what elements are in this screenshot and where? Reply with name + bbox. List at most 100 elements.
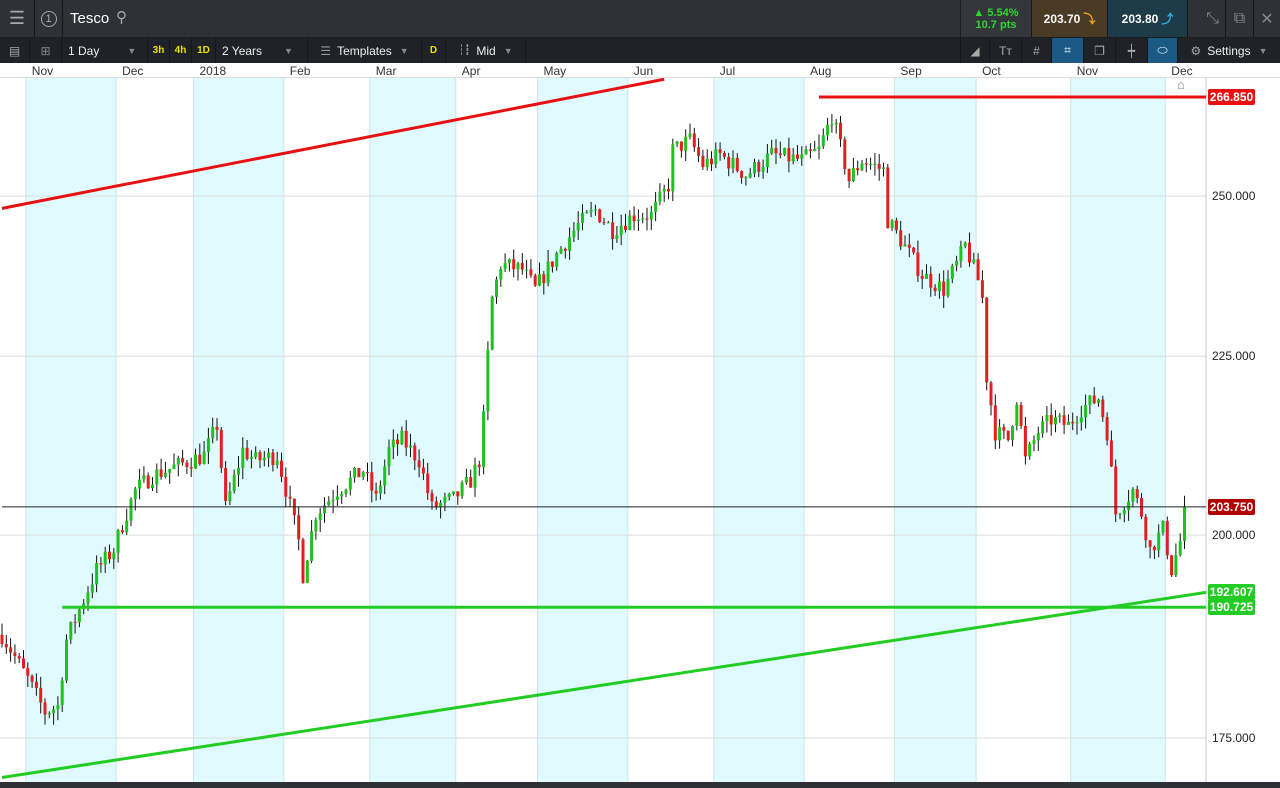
text-tool-icon[interactable]: Tт [990,38,1022,63]
settings-button[interactable]: ⚙ Settings ▼ [1178,38,1280,63]
candle-down [1049,415,1053,425]
candle-down [933,287,937,292]
candle-up [344,489,348,494]
templates-icon: ☰ [320,43,332,58]
candle-up [348,477,352,490]
candle-up [903,244,907,247]
search-icon[interactable]: ⚲ [116,8,127,26]
collapse-icon[interactable]: ⤡ [1200,0,1226,37]
crosshair-icon[interactable]: ┿ [1116,38,1148,63]
quick-interval-4h[interactable]: 4h [170,38,192,63]
candle-down [477,464,481,468]
templates-label: Templates [337,43,392,58]
drawing-mode-d[interactable]: D [422,38,446,63]
candle-down [886,167,890,229]
month-label: 2018 [199,64,227,78]
price-tick-label: 225.000 [1212,349,1256,364]
month-label: Dec [122,64,144,78]
draw-grid-icon[interactable]: ⌗ [1052,38,1084,63]
price-chart[interactable] [0,63,1280,782]
candle-up [443,496,447,503]
templates-button[interactable]: ☰ Templates ▼ [308,38,422,63]
candle-up [331,499,335,502]
sell-button[interactable]: 203.70 ⤵ [1032,0,1108,37]
candle-down [284,476,288,497]
list-icon[interactable]: ▤ [0,38,30,63]
candle-up [890,220,894,229]
candle-up [1131,489,1135,502]
candle-up [559,248,563,254]
candle-up [249,456,253,460]
instrument-name[interactable]: Tesco [70,10,109,27]
candle-down [13,652,17,657]
candle-down [542,274,546,284]
candle-down [1092,395,1096,404]
scroll-to-end-icon[interactable]: ⌂ [1177,77,1185,92]
candle-up [447,494,451,497]
candle-down [985,297,989,383]
candle-up [641,218,645,220]
candle-down [1144,516,1148,541]
candle-down [718,149,722,153]
range-select[interactable]: 2 Years ▼ [216,38,308,63]
quick-interval-1d[interactable]: 1D [192,38,216,63]
buy-button[interactable]: 203.80 ⤴ [1108,0,1188,37]
candle-up [241,447,245,468]
layout-icon[interactable]: ⊞ [30,38,62,63]
support-horizontal-price-tag: 190.725 [1208,599,1255,616]
candle-down [17,656,21,659]
candle-down [692,133,696,148]
candle-up [1011,426,1014,441]
candle-down [146,475,150,489]
candle-up [538,274,541,286]
candle-down [1170,555,1174,576]
candle-up [770,148,774,154]
candle-up [851,168,855,182]
candle-up [1045,415,1049,422]
candle-up [1036,433,1040,441]
quick-interval-3h[interactable]: 3h [148,38,170,63]
candle-down [796,154,799,159]
candle-up [516,263,520,270]
candle-down [920,276,924,279]
candle-down [1019,404,1023,426]
candle-up [800,154,804,159]
candle-up [90,584,94,593]
candle-up [142,475,146,480]
candle-down [710,158,713,165]
windows-icon[interactable]: ❐ [1084,38,1116,63]
alerts-button[interactable]: 1 [35,0,63,37]
price-type-select[interactable]: ┆┇ Mid ▼ [446,38,526,63]
candle-down [942,281,946,296]
candle-up [1161,521,1165,533]
candle-down [520,263,524,270]
menu-button[interactable]: ☰ [0,0,35,37]
candle-down [219,429,223,468]
candle-up [546,261,550,284]
candle-up [937,281,941,292]
candle-down [512,259,516,270]
price-tag-icon[interactable]: ⬭ [1148,38,1178,63]
trendline-tool-icon[interactable]: ◢ [960,38,990,63]
candle-up [972,259,976,263]
candle-up [486,349,490,412]
candle-down [297,515,301,540]
candle-up [636,219,640,222]
candle-down [740,171,744,178]
candle-up [1183,506,1186,541]
candle-down [701,155,705,167]
close-icon[interactable]: ✕ [1254,0,1280,37]
popout-icon[interactable]: ⧉ [1226,0,1254,37]
candle-up [232,474,236,492]
candle-up [1054,417,1057,425]
candle-up [1041,421,1045,434]
candle-down [839,122,842,140]
candle-up [1122,510,1126,515]
interval-select[interactable]: 1 Day ▼ [62,38,148,63]
candle-down [120,530,124,533]
candle-up [804,149,808,155]
candle-up [1157,532,1161,551]
candle-down [1071,421,1075,424]
candle-down [735,158,739,172]
grid-icon[interactable]: # [1022,38,1052,63]
